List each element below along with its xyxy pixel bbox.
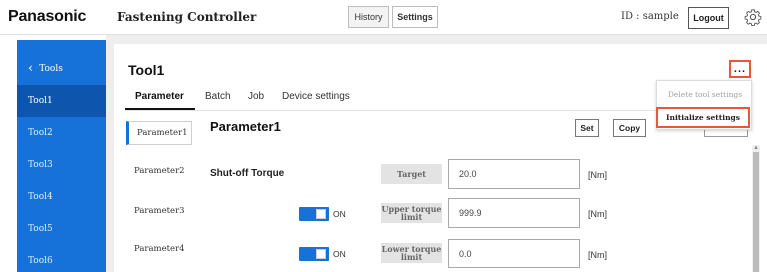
back-to-tools[interactable]: ‹ Tools xyxy=(17,53,106,85)
app-title: Fastening Controller xyxy=(117,10,257,24)
app-header: Panasonic Fastening Controller History S… xyxy=(0,0,767,35)
toggle-knob xyxy=(316,249,326,259)
set-button[interactable]: Set xyxy=(575,119,599,137)
brand-logo: Panasonic xyxy=(8,8,87,25)
sidebar-item-tool2[interactable]: Tool2 xyxy=(17,117,106,149)
scroll-up-arrow[interactable]: ▲ xyxy=(753,145,759,151)
sidebar-item-tool5[interactable]: Tool5 xyxy=(17,213,106,245)
parameter-heading: Parameter1 xyxy=(210,119,281,134)
parameter-list-item-4[interactable]: Parameter4 xyxy=(126,237,192,261)
more-options-menu: Delete tool settings Initialize settings xyxy=(656,80,752,130)
lower-limit-toggle-label: ON xyxy=(333,249,346,259)
sidebar: ‹ Tools Tool1 Tool2 Tool3 Tool4 Tool5 To… xyxy=(17,40,106,272)
sidebar-item-tool1[interactable]: Tool1 xyxy=(17,85,106,117)
gear-icon[interactable] xyxy=(744,8,762,26)
upper-limit-toggle-label: ON xyxy=(333,209,346,219)
lower-torque-limit-input[interactable]: 0.0 xyxy=(448,239,580,268)
delete-tool-settings-item[interactable]: Delete tool settings xyxy=(657,84,753,104)
tool-panel xyxy=(114,44,767,272)
upper-torque-limit-input[interactable]: 999.9 xyxy=(448,198,580,228)
target-unit: [Nm] xyxy=(588,170,607,180)
tab-job[interactable]: Job xyxy=(248,91,264,102)
settings-button[interactable]: Settings xyxy=(392,6,438,28)
more-options-button[interactable]: ... xyxy=(729,60,751,78)
upper-limit-toggle[interactable]: ON xyxy=(299,207,346,221)
parameter-list-item-2[interactable]: Parameter2 xyxy=(126,159,192,183)
user-id: ID : sample xyxy=(621,11,679,22)
shutoff-torque-label: Shut-off Torque xyxy=(210,168,285,179)
logout-button[interactable]: Logout xyxy=(688,7,729,29)
target-input[interactable]: 20.0 xyxy=(448,159,580,189)
history-button[interactable]: History xyxy=(348,6,389,28)
active-tab-indicator xyxy=(125,108,195,110)
tab-parameter[interactable]: Parameter xyxy=(135,91,184,102)
sidebar-item-tool6[interactable]: Tool6 xyxy=(17,245,106,272)
tool-title: Tool1 xyxy=(128,62,165,78)
toggle-switch[interactable] xyxy=(299,207,329,221)
tab-divider xyxy=(125,110,725,111)
sidebar-item-tool3[interactable]: Tool3 xyxy=(17,149,106,181)
copy-button[interactable]: Copy xyxy=(613,119,646,137)
lower-limit-toggle[interactable]: ON xyxy=(299,247,346,261)
lower-torque-limit-label: Lower torque limit xyxy=(381,243,442,263)
initialize-settings-item[interactable]: Initialize settings xyxy=(656,107,750,128)
parameter-list-item-3[interactable]: Parameter3 xyxy=(126,199,192,223)
parameter-list-item-1[interactable]: Parameter1 xyxy=(126,121,192,145)
target-label: Target xyxy=(381,164,442,184)
scrollbar-thumb[interactable] xyxy=(753,152,759,272)
chevron-left-icon: ‹ xyxy=(28,60,34,76)
sidebar-item-tool4[interactable]: Tool4 xyxy=(17,181,106,213)
upper-limit-unit: [Nm] xyxy=(588,209,607,219)
toggle-knob xyxy=(316,209,326,219)
lower-limit-unit: [Nm] xyxy=(588,250,607,260)
tab-device-settings[interactable]: Device settings xyxy=(282,91,350,102)
toggle-switch[interactable] xyxy=(299,247,329,261)
upper-torque-limit-label: Upper torque limit xyxy=(381,203,442,223)
back-label: Tools xyxy=(39,64,63,74)
tab-batch[interactable]: Batch xyxy=(205,91,231,102)
